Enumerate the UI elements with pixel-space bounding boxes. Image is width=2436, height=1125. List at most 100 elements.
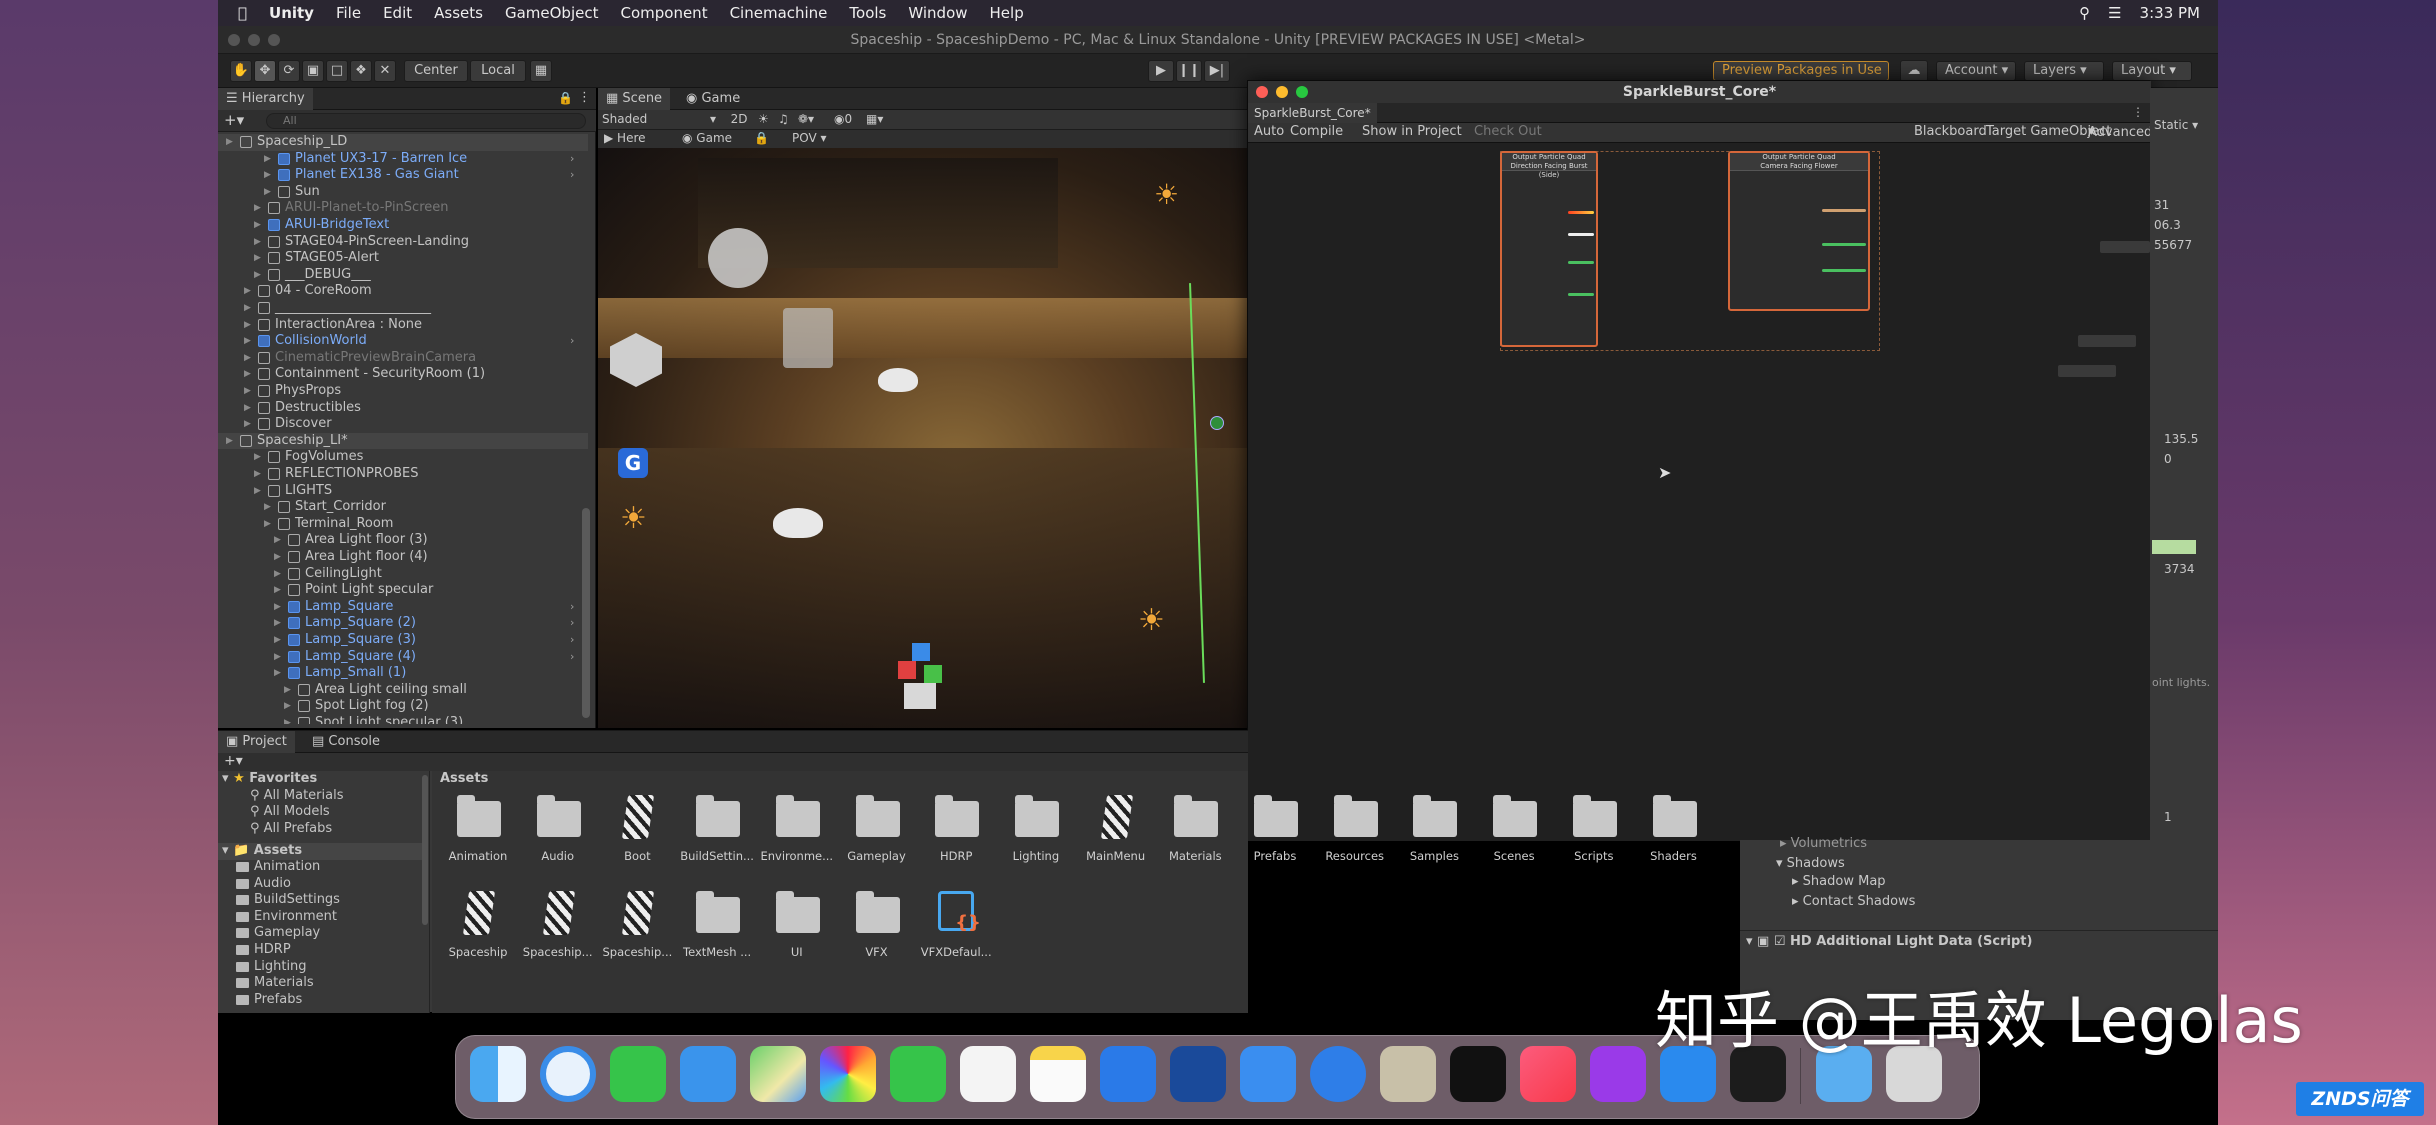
hierarchy-row[interactable]: ▶ CeilingLight	[218, 566, 588, 583]
vfx-asset-item[interactable]: {} VFXDefaul...	[918, 889, 994, 989]
open-prefab-arrow-icon[interactable]: ›	[570, 615, 574, 632]
light-gizmo-icon[interactable]: ☀	[1138, 603, 1165, 638]
hierarchy-row[interactable]: ▶ FogVolumes	[218, 449, 588, 466]
rect-tool-icon[interactable]: □	[326, 60, 348, 82]
transform-gizmo-icon[interactable]	[898, 643, 948, 713]
menu-window[interactable]: Window	[908, 4, 967, 22]
app-store-connect-icon[interactable]	[1240, 1046, 1296, 1102]
layout-dropdown[interactable]: Layout ▾	[2112, 61, 2192, 81]
finder-icon[interactable]	[470, 1046, 526, 1102]
preview-packages-dropdown[interactable]: Preview Packages in Use ▾	[1713, 61, 1889, 96]
notes-icon[interactable]	[1030, 1046, 1086, 1102]
folder-tree-item[interactable]: Environment	[236, 909, 337, 926]
expand-arrow-icon[interactable]: ▶	[244, 333, 251, 350]
static-toggle[interactable]: Static ▾	[2154, 118, 2198, 132]
hierarchy-row[interactable]: ▶ CinematicPreviewBrainCamera	[218, 350, 588, 367]
grid-toggle-icon[interactable]: ▦▾	[866, 112, 896, 126]
inspector-field-value[interactable]: 55677	[2154, 238, 2192, 252]
expand-arrow-icon[interactable]: ▶	[226, 134, 233, 151]
open-prefab-arrow-icon[interactable]: ›	[570, 333, 574, 350]
hierarchy-row[interactable]: ▶ Lamp_Square (2) ›	[218, 615, 588, 632]
folder-tree-item[interactable]: Gameplay	[236, 925, 320, 942]
mail-icon[interactable]	[680, 1046, 736, 1102]
camera-gizmo-icon[interactable]	[708, 228, 768, 288]
hierarchy-row[interactable]: ▶ Spot Light fog (2)	[218, 698, 588, 715]
selection-handle[interactable]	[1210, 416, 1224, 430]
scene-asset-item[interactable]: Boot	[599, 793, 675, 893]
expand-arrow-icon[interactable]: ▶	[284, 698, 291, 715]
hierarchy-row[interactable]: ▶ Lamp_Square (4) ›	[218, 649, 588, 666]
scene-row[interactable]: ▶ Spaceship_LI*	[218, 432, 588, 450]
tab-console[interactable]: ▤ Console	[304, 731, 388, 753]
hierarchy-row[interactable]: ▶ REFLECTIONPROBES	[218, 466, 588, 483]
scene-asset-item[interactable]: Spaceship...	[599, 889, 675, 989]
folder-asset-item[interactable]: Shaders	[1636, 793, 1712, 893]
open-prefab-arrow-icon[interactable]: ›	[570, 599, 574, 616]
folder-tree-item[interactable]: BuildSettings	[236, 892, 340, 909]
xcode-icon[interactable]	[1100, 1046, 1156, 1102]
reality-composer-icon[interactable]	[1380, 1046, 1436, 1102]
expand-arrow-icon[interactable]: ▶	[244, 283, 251, 300]
zoom-window-button[interactable]	[1296, 86, 1308, 98]
inspector-field-value[interactable]: 135.5	[2164, 432, 2198, 446]
music-icon[interactable]	[1520, 1046, 1576, 1102]
zoom-window-button[interactable]	[268, 34, 280, 46]
vfx-graph-canvas[interactable]: Output Particle Quad Direction Facing Bur…	[1248, 143, 2151, 841]
expand-arrow-icon[interactable]: ▶	[244, 317, 251, 334]
folder-tree-item[interactable]: Prefabs	[236, 992, 302, 1009]
favorite-item[interactable]: ⚲ All Models	[250, 804, 330, 821]
open-prefab-arrow-icon[interactable]: ›	[570, 632, 574, 649]
hierarchy-row[interactable]: ▶ Destructibles	[218, 400, 588, 417]
expand-arrow-icon[interactable]: ▶	[264, 499, 271, 516]
color-field[interactable]	[1568, 233, 1594, 236]
camera-lock-icon[interactable]: 🔒	[754, 131, 769, 145]
step-button[interactable]: ▶|	[1204, 60, 1230, 82]
curve-field[interactable]	[1822, 243, 1866, 246]
folder-tree-item[interactable]: Audio	[236, 876, 291, 893]
facetime-icon[interactable]	[890, 1046, 946, 1102]
expand-arrow-icon[interactable]: ▶	[244, 416, 251, 433]
close-window-button[interactable]	[228, 34, 240, 46]
expand-arrow-icon[interactable]: ▶	[264, 184, 271, 201]
property-node[interactable]	[2100, 241, 2150, 253]
hierarchy-row[interactable]: ▶ STAGE04-PinScreen-Landing	[218, 234, 588, 251]
hierarchy-search-input[interactable]: All	[266, 113, 586, 129]
expand-arrow-icon[interactable]: ▶	[274, 632, 281, 649]
scale-tool-icon[interactable]: ▣	[302, 60, 324, 82]
folder-asset-item[interactable]: Scripts	[1556, 793, 1632, 893]
folder-asset-item[interactable]: Gameplay	[839, 793, 915, 893]
light-color-swatch[interactable]	[2152, 540, 2196, 554]
curve-field[interactable]	[1568, 261, 1594, 264]
create-add-icon[interactable]: +▾	[224, 753, 243, 769]
clock[interactable]: 3:33 PM	[2140, 4, 2200, 22]
hidden-objects-counter[interactable]: ◉0	[834, 112, 864, 126]
hand-tool-icon[interactable]: ✋	[230, 60, 252, 82]
property-node[interactable]	[2078, 335, 2136, 347]
folder-tree-item[interactable]: Materials	[236, 975, 314, 992]
g-gizmo-icon[interactable]: G	[618, 448, 648, 478]
check-out-button[interactable]: Check Out	[1474, 124, 1542, 139]
folder-asset-item[interactable]: BuildSettin...	[679, 793, 755, 893]
hierarchy-row[interactable]: ▶ 04 - CoreRoom	[218, 283, 588, 300]
inspector-field-value[interactable]: 3734	[2164, 562, 2195, 576]
expand-arrow-icon[interactable]: ▶	[244, 366, 251, 383]
expand-arrow-icon[interactable]: ▶	[264, 151, 271, 168]
menu-help[interactable]: Help	[990, 4, 1024, 22]
instruments-icon[interactable]	[1170, 1046, 1226, 1102]
expand-arrow-icon[interactable]: ▶	[254, 217, 261, 234]
podcasts-icon[interactable]	[1590, 1046, 1646, 1102]
expand-arrow-icon[interactable]: ▶	[254, 267, 261, 284]
photos-icon[interactable]	[820, 1046, 876, 1102]
shadows-foldout[interactable]: ▾ Shadows	[1776, 856, 1845, 871]
rotate-tool-icon[interactable]: ⟳	[278, 60, 300, 82]
hierarchy-row[interactable]: ▶ CollisionWorld ›	[218, 333, 588, 350]
volumetrics-foldout[interactable]: ▸ Volumetrics	[1780, 836, 1867, 851]
hierarchy-row[interactable]: ▶ ________________________	[218, 300, 588, 317]
reminders-icon[interactable]	[960, 1046, 1016, 1102]
advanced-dropdown[interactable]: Advanced ▾	[2088, 124, 2152, 140]
expand-arrow-icon[interactable]: ▶	[264, 516, 271, 533]
open-prefab-arrow-icon[interactable]: ›	[570, 151, 574, 168]
tab-project[interactable]: ▣ Project	[218, 731, 295, 753]
folder-asset-item[interactable]: TextMesh ...	[679, 889, 755, 989]
safari-icon[interactable]	[540, 1046, 596, 1102]
